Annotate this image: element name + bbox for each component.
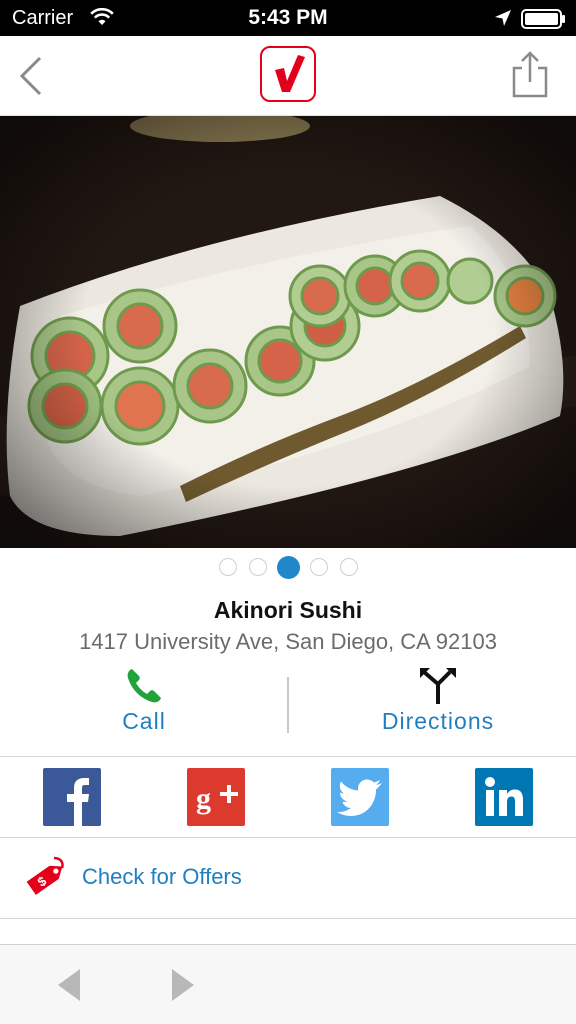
photo-pager bbox=[0, 555, 576, 579]
pager-dot[interactable] bbox=[248, 558, 267, 576]
facebook-share-button[interactable] bbox=[43, 768, 101, 826]
check-offers-row[interactable]: $ Check for Offers bbox=[0, 838, 576, 918]
previous-arrow-icon[interactable] bbox=[56, 967, 84, 1003]
google-plus-share-button[interactable]: g bbox=[187, 768, 245, 826]
business-name: Akinori Sushi bbox=[213, 597, 363, 623]
battery-icon bbox=[521, 9, 565, 29]
back-chevron-icon[interactable] bbox=[16, 54, 46, 98]
action-divider bbox=[287, 677, 289, 733]
twitter-bird-icon bbox=[337, 779, 382, 816]
price-tag-icon: $ bbox=[26, 856, 64, 895]
app-logo bbox=[260, 46, 316, 102]
divider bbox=[0, 756, 576, 757]
bottom-toolbar bbox=[0, 944, 576, 1024]
share-icon[interactable] bbox=[510, 50, 550, 100]
check-offers-label: Check for Offers bbox=[82, 864, 242, 889]
sushi-plate-image bbox=[0, 116, 576, 548]
directions-button[interactable]: Directions bbox=[294, 662, 576, 750]
divider bbox=[0, 918, 576, 919]
pager-dot[interactable] bbox=[218, 558, 237, 576]
call-button[interactable]: Call bbox=[0, 662, 288, 750]
directions-fork-icon bbox=[420, 668, 456, 704]
linkedin-icon bbox=[485, 777, 523, 816]
business-address: 1417 University Ave, San Diego, CA 92103 bbox=[79, 629, 497, 654]
phone-icon bbox=[127, 669, 161, 703]
next-arrow-icon[interactable] bbox=[168, 967, 196, 1003]
status-bar: Carrier 5:43 PM bbox=[0, 0, 576, 36]
google-plus-icon: g bbox=[196, 782, 238, 815]
restaurant-photo[interactable] bbox=[0, 116, 576, 548]
twitter-share-button[interactable] bbox=[331, 768, 389, 826]
clock: 5:43 PM bbox=[248, 6, 328, 29]
navigation-bar bbox=[0, 36, 576, 116]
directions-label: Directions bbox=[381, 708, 495, 734]
facebook-icon bbox=[67, 778, 89, 826]
linkedin-share-button[interactable] bbox=[475, 768, 533, 826]
location-arrow-icon bbox=[495, 10, 511, 26]
pager-dot[interactable] bbox=[339, 558, 358, 576]
pager-dot[interactable] bbox=[309, 558, 328, 576]
pager-dot-active[interactable] bbox=[276, 555, 300, 579]
call-label: Call bbox=[122, 708, 166, 734]
svg-text:g: g bbox=[196, 782, 211, 815]
checkmark-logo-icon bbox=[275, 55, 305, 92]
